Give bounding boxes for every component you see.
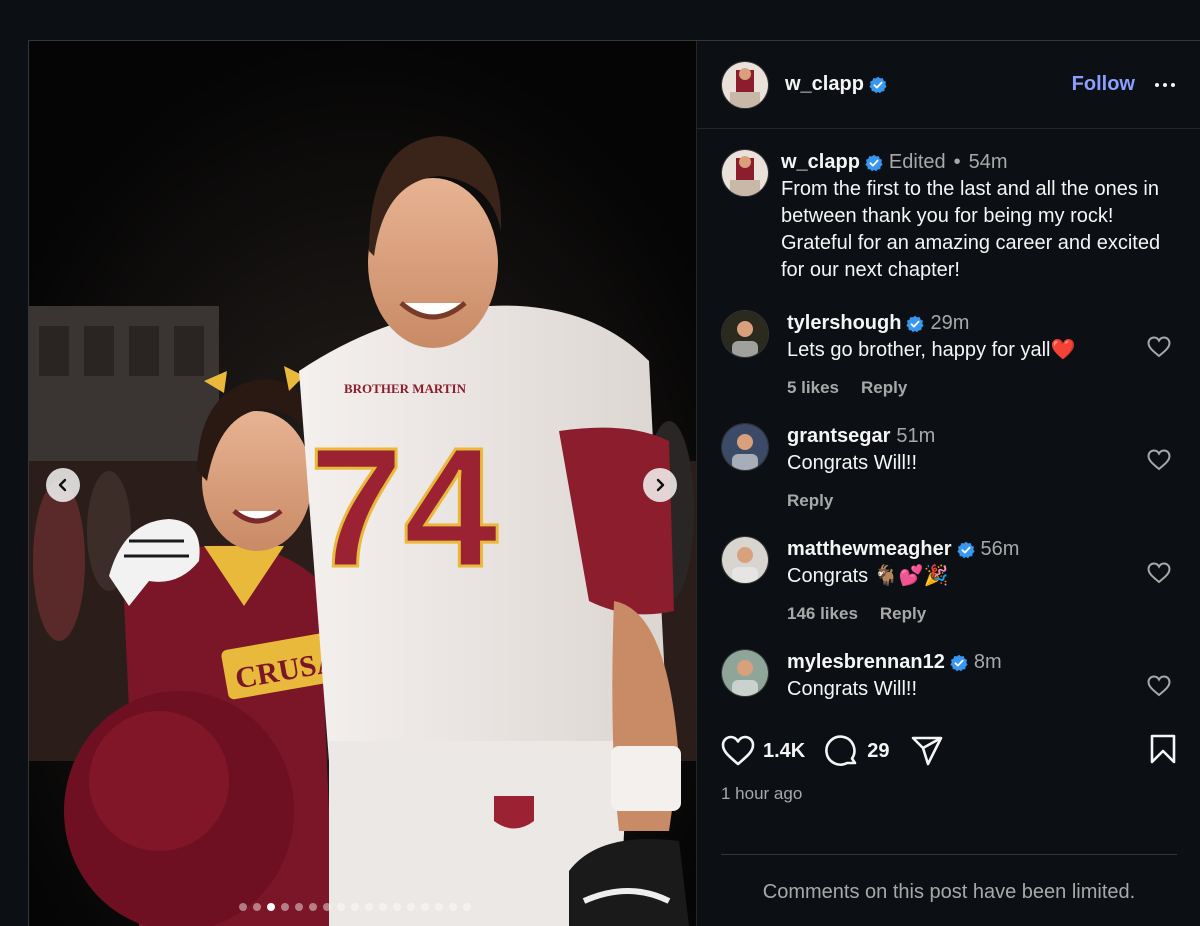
edited-label: Edited [888, 151, 946, 173]
post-dialog: CRUSADERS BROTHER MARTIN 74 [28, 40, 1200, 926]
commenter-avatar[interactable] [721, 536, 769, 584]
comment-text: Congrats Will!! [787, 452, 918, 474]
comment-like-heart-icon[interactable] [1147, 449, 1171, 471]
share-button[interactable] [910, 735, 944, 767]
carousel-dot [295, 903, 303, 911]
like-button[interactable]: 1.4K [721, 735, 805, 767]
comment-likes[interactable]: 5 likes [787, 374, 839, 401]
carousel-dot [253, 903, 261, 911]
comments-list[interactable]: w_clapp Edited • 54m From the first to t… [697, 129, 1200, 726]
comment-icon [825, 735, 857, 766]
share-icon [911, 736, 942, 766]
post-media: CRUSADERS BROTHER MARTIN 74 [29, 41, 696, 926]
carousel-dot [337, 903, 345, 911]
carousel-dot [393, 903, 401, 911]
reply-button[interactable]: Reply [861, 374, 907, 401]
post-header: w_clapp Follow [697, 41, 1200, 129]
commenter-username[interactable]: mylesbrennan12 [787, 649, 945, 676]
carousel-dot [421, 903, 429, 911]
carousel-indicator [239, 903, 471, 911]
carousel-dot [281, 903, 289, 911]
commenter-avatar[interactable] [721, 423, 769, 471]
follow-button[interactable]: Follow [1072, 73, 1135, 96]
commenter-avatar[interactable] [721, 310, 769, 358]
jersey-name: BROTHER MARTIN [344, 381, 467, 396]
comment-item: mylesbrennan12 8m Congrats Will!! [721, 649, 1177, 713]
commenter-username[interactable]: matthewmeagher [787, 536, 952, 563]
chevron-left-icon [58, 478, 67, 492]
post-timestamp[interactable]: 1 hour ago [697, 784, 1200, 804]
comment-like-heart-icon[interactable] [1147, 336, 1171, 358]
caption-text: From the first to the last and all the o… [781, 178, 1161, 281]
carousel-dot [435, 903, 443, 911]
comment-like-heart-icon[interactable] [1147, 562, 1171, 584]
author-avatar[interactable] [721, 60, 769, 109]
reply-button[interactable]: Reply [787, 487, 833, 514]
comment-likes[interactable]: 146 likes [787, 600, 858, 627]
commenter-avatar[interactable] [721, 649, 769, 697]
verified-badge-icon [950, 654, 968, 671]
post-caption: w_clapp Edited • 54m From the first to t… [721, 149, 1177, 284]
comment-count: 29 [867, 739, 890, 762]
carousel-dot [379, 903, 387, 911]
post-side-panel: w_clapp Follow w_clapp Edited • 54m From… [696, 41, 1200, 926]
post-footer: 1.4K 29 1 hour ago Comments on this post… [697, 726, 1200, 903]
comment-text: Congrats Will!! [787, 678, 918, 700]
comment-like-heart-icon[interactable] [1147, 675, 1171, 697]
heart-icon [721, 735, 755, 766]
verified-badge-icon [869, 76, 887, 93]
meta-separator: • [953, 151, 961, 173]
verified-badge-icon [956, 541, 975, 558]
caption-username[interactable]: w_clapp [781, 149, 860, 176]
action-bar: 1.4K 29 [697, 726, 1200, 776]
comment-time[interactable]: 56m [981, 536, 1020, 563]
comment-time[interactable]: 29m [930, 310, 969, 337]
chevron-right-icon [656, 478, 665, 492]
comment-text: Congrats 🐐💕🎉 [787, 565, 949, 587]
verified-badge-icon [906, 315, 925, 332]
comment-time[interactable]: 8m [974, 649, 1002, 676]
save-button[interactable] [1149, 733, 1177, 770]
post-photo: CRUSADERS BROTHER MARTIN 74 [29, 41, 696, 926]
comment-item: matthewmeagher 56m Congrats 🐐💕🎉 146 likes Re… [721, 536, 1177, 627]
comment-time[interactable]: 51m [896, 423, 935, 450]
verified-badge-icon [865, 154, 883, 171]
caption-time[interactable]: 54m [969, 149, 1008, 176]
like-count[interactable]: 1.4K [763, 740, 805, 763]
comment-text: Lets go brother, happy for yall❤️ [787, 339, 1076, 361]
comment-button[interactable]: 29 [825, 734, 890, 768]
carousel-dot [463, 903, 471, 911]
bookmark-icon [1150, 734, 1176, 763]
more-options-icon[interactable] [1155, 82, 1175, 87]
commenter-username[interactable]: tylershough [787, 310, 901, 337]
author-username[interactable]: w_clapp [785, 73, 864, 96]
carousel-dot [309, 903, 317, 911]
reply-button[interactable]: Reply [880, 600, 926, 627]
carousel-dot [323, 903, 331, 911]
comment-item: tylershough 29m Lets go brother, happy for… [721, 310, 1177, 401]
caption-avatar[interactable] [721, 149, 769, 197]
carousel-dot [267, 903, 275, 911]
comments-limited-notice: Comments on this post have been limited. [721, 854, 1177, 904]
carousel-dot [351, 903, 359, 911]
carousel-dot [407, 903, 415, 911]
carousel-dot [365, 903, 373, 911]
next-slide-button[interactable] [643, 468, 677, 502]
commenter-username[interactable]: grantsegar [787, 423, 890, 450]
jersey-number: 74 [309, 413, 498, 603]
previous-slide-button[interactable] [46, 468, 80, 502]
carousel-dot [449, 903, 457, 911]
carousel-dot [239, 903, 247, 911]
comment-item: grantsegar 51m Congrats Will!! Reply [721, 423, 1177, 514]
